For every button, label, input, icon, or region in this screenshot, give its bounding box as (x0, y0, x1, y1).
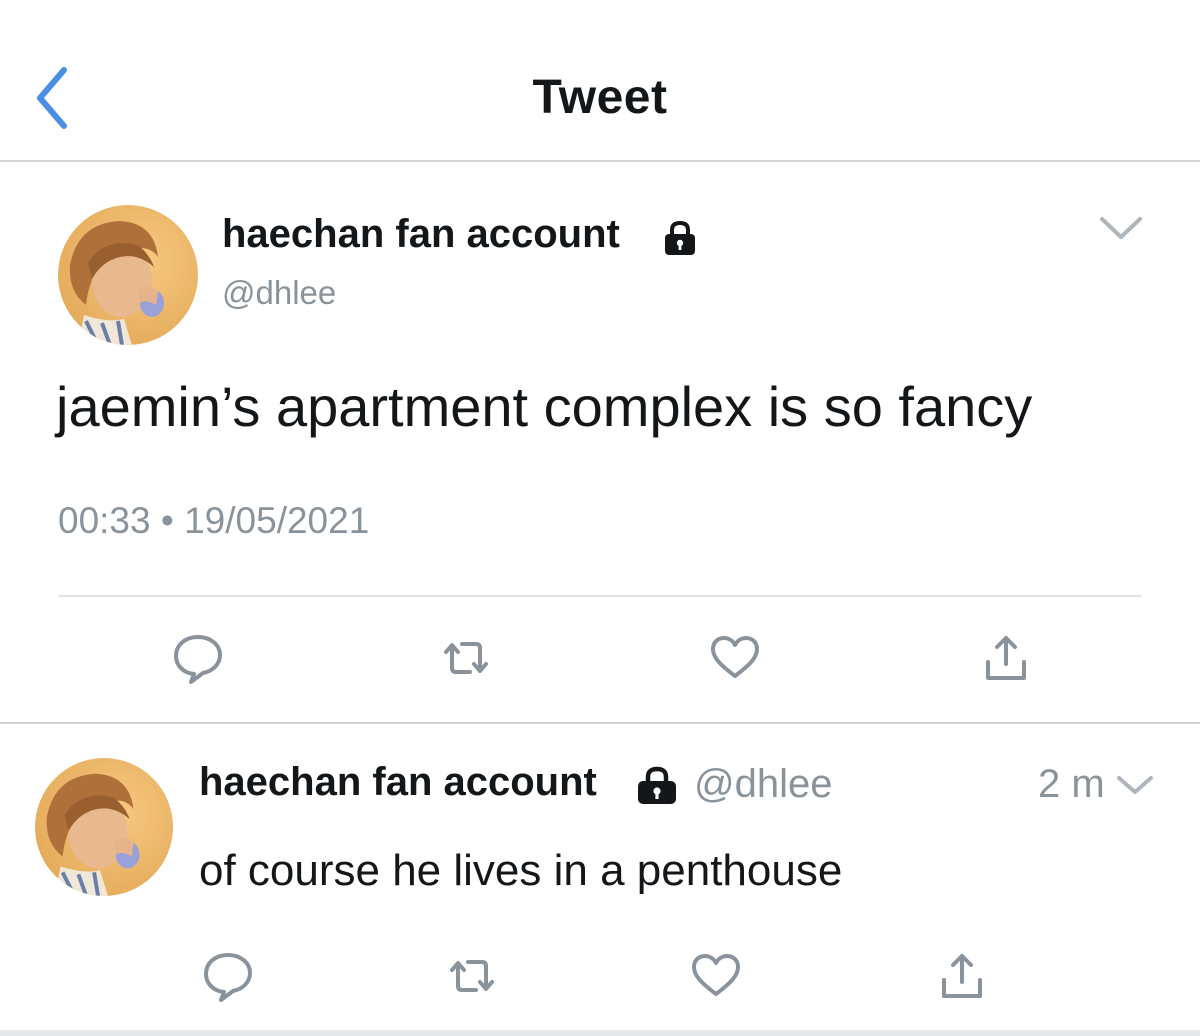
reply-icon (174, 635, 222, 684)
retweet-icon (444, 642, 488, 674)
tweet-options-button[interactable] (1098, 213, 1144, 243)
avatar[interactable] (35, 758, 173, 896)
chevron-down-icon (1117, 776, 1153, 794)
reply-button[interactable] (168, 628, 228, 688)
share-button[interactable] (932, 946, 992, 1006)
tweet-time: 2 m (1038, 762, 1105, 806)
reply-icon (204, 953, 252, 1002)
lock-icon (635, 766, 679, 806)
avatar[interactable] (58, 205, 198, 345)
heart-icon (692, 954, 740, 996)
user-handle[interactable]: @dhlee (694, 762, 832, 807)
tweet-timestamp: 00:33 • 19/05/2021 (58, 500, 370, 541)
divider (58, 595, 1142, 597)
bottom-edge (0, 1030, 1200, 1036)
tweet-text: of course he lives in a penthouse (199, 846, 843, 895)
page-title: Tweet (532, 71, 668, 124)
share-icon (986, 636, 1026, 680)
share-button[interactable] (976, 628, 1036, 688)
lock-icon (662, 219, 698, 257)
retweet-button[interactable] (442, 946, 502, 1006)
chevron-down-icon (1100, 217, 1142, 239)
reply-button[interactable] (198, 946, 258, 1006)
heart-icon (711, 636, 759, 678)
display-name[interactable]: haechan fan account (199, 760, 597, 805)
user-handle[interactable]: @dhlee (222, 274, 336, 312)
tweet-text: jaemin’s apartment complex is so fancy (56, 375, 1033, 438)
retweet-icon (450, 960, 494, 992)
section-divider (0, 722, 1200, 724)
tweet-options-button[interactable] (1115, 770, 1155, 800)
retweet-button[interactable] (436, 628, 496, 688)
share-icon (942, 954, 982, 998)
like-button[interactable] (705, 628, 765, 688)
display-name[interactable]: haechan fan account (222, 212, 620, 257)
like-button[interactable] (686, 946, 746, 1006)
